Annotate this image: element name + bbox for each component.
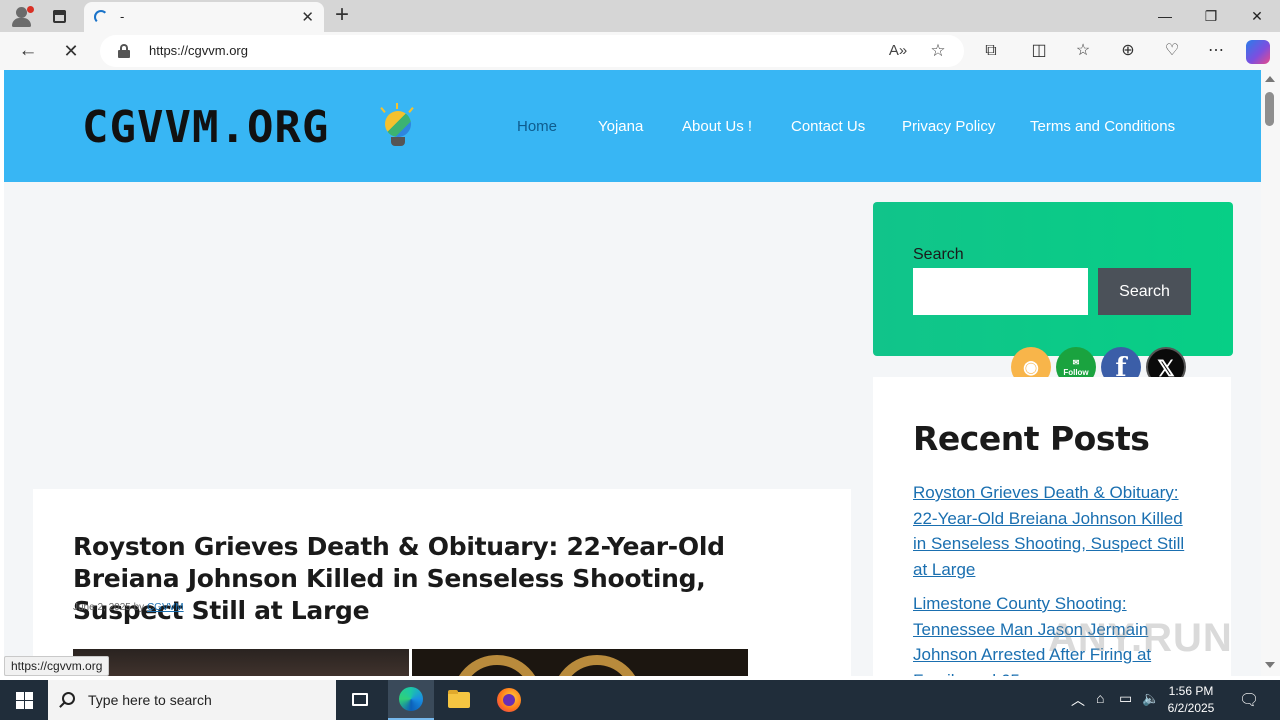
device-icon[interactable]: ⌂ (1096, 690, 1104, 706)
post-image-left[interactable] (73, 649, 409, 676)
recent-posts-title: Recent Posts (913, 419, 1150, 458)
search-icon (62, 692, 75, 705)
new-tab-button[interactable]: + (330, 2, 354, 30)
search-label: Search (913, 246, 964, 263)
task-view-icon[interactable] (337, 680, 383, 720)
minimize-button[interactable]: — (1142, 0, 1188, 32)
windows-start-icon[interactable] (0, 680, 48, 720)
firefox-icon[interactable] (486, 680, 532, 720)
split-screen-icon[interactable]: ◫ (1024, 36, 1054, 66)
read-aloud-icon[interactable]: A» (886, 39, 910, 63)
nav-contact-us[interactable]: Contact Us (791, 118, 865, 135)
show-hidden-icons[interactable]: ︿ (1071, 690, 1085, 710)
post-card: Royston Grieves Death & Obituary: 22-Yea… (33, 489, 851, 676)
scroll-thumb[interactable] (1265, 92, 1274, 126)
lightbulb-logo-icon (378, 103, 416, 153)
nav-privacy-policy[interactable]: Privacy Policy (902, 118, 995, 135)
nav-about-us[interactable]: About Us ! (682, 118, 752, 135)
site-header: CGVVM.ORG Home Yojana About Us ! Contact… (4, 70, 1261, 182)
nav-home[interactable]: Home (517, 118, 557, 135)
back-button[interactable]: ← (13, 36, 43, 66)
edge-taskbar-icon[interactable] (388, 680, 434, 720)
clock-date: 6/2/2025 (1167, 701, 1215, 715)
recent-post-link[interactable]: Royston Grieves Death & Obituary: 22-Yea… (913, 480, 1193, 582)
browser-toolbar: ← ✕ https://cgvvm.org A» ☆ ⧉ ◫ ☆ ⊕ ♡ ⋯ (0, 32, 1280, 70)
nav-yojana[interactable]: Yojana (598, 118, 643, 135)
nav-terms-and-conditions[interactable]: Terms and Conditions (1030, 118, 1175, 135)
settings-more-icon[interactable]: ⋯ (1201, 36, 1231, 66)
post-date: June 2, 2025 (73, 602, 131, 613)
favorite-star-icon[interactable]: ☆ (926, 39, 950, 63)
lock-icon[interactable] (118, 44, 130, 58)
taskbar-search-placeholder: Type here to search (88, 692, 212, 708)
network-icon[interactable]: ▭ (1119, 690, 1132, 707)
page-scrollbar[interactable] (1261, 70, 1280, 676)
watermark: ANY.RUN (1048, 616, 1233, 660)
collections-icon[interactable]: ⊕ (1113, 36, 1143, 66)
follow-label: Follow (1063, 368, 1089, 377)
taskbar-search-box[interactable]: Type here to search (48, 680, 336, 720)
post-meta: June 2, 2025 by CGVVM (73, 602, 184, 613)
browser-title-bar: - ✕ + — ❐ ✕ (0, 0, 1280, 32)
volume-icon[interactable]: 🔈 (1142, 690, 1159, 707)
address-bar[interactable]: https://cgvvm.org A» ☆ (100, 35, 964, 67)
status-bar-url: https://cgvvm.org (4, 656, 110, 676)
post-by: by (133, 602, 145, 613)
tab-title: - (120, 9, 125, 24)
favorites-icon[interactable]: ☆ (1068, 36, 1098, 66)
copilot-icon[interactable] (1246, 40, 1270, 64)
browser-essentials-icon[interactable]: ♡ (1157, 36, 1187, 66)
tab-actions-icon[interactable] (48, 6, 70, 26)
browser-tab-active[interactable]: - ✕ (84, 2, 324, 32)
site-logo[interactable]: CGVVM.ORG (82, 102, 329, 153)
clock-time: 1:56 PM (1168, 684, 1214, 698)
search-input[interactable] (913, 268, 1088, 315)
post-image-right[interactable] (412, 649, 748, 676)
restore-button[interactable]: ❐ (1188, 0, 1234, 32)
web-page: CGVVM.ORG Home Yojana About Us ! Contact… (4, 70, 1261, 676)
taskbar-clock[interactable]: 1:56 PM 6/2/2025 (1160, 683, 1222, 717)
windows-taskbar: Type here to search ︿ ⌂ ▭ 🔈 1:56 PM 6/2/… (0, 680, 1280, 720)
close-window-button[interactable]: ✕ (1234, 0, 1280, 32)
stop-loading-button[interactable]: ✕ (56, 36, 86, 66)
post-author-link[interactable]: CGVVM (147, 602, 184, 613)
scroll-up-icon[interactable] (1265, 76, 1275, 82)
tab-close-icon[interactable]: ✕ (301, 8, 314, 26)
extensions-icon[interactable]: ⧉ (976, 36, 1006, 66)
loading-spinner-icon (94, 10, 108, 24)
scroll-down-icon[interactable] (1265, 662, 1275, 668)
search-widget: Search Search (873, 202, 1233, 356)
file-explorer-icon[interactable] (436, 680, 482, 720)
address-url[interactable]: https://cgvvm.org (149, 43, 248, 58)
profile-icon[interactable] (8, 3, 36, 29)
search-button[interactable]: Search (1098, 268, 1191, 315)
notifications-icon[interactable]: 🗨 (1239, 690, 1259, 710)
